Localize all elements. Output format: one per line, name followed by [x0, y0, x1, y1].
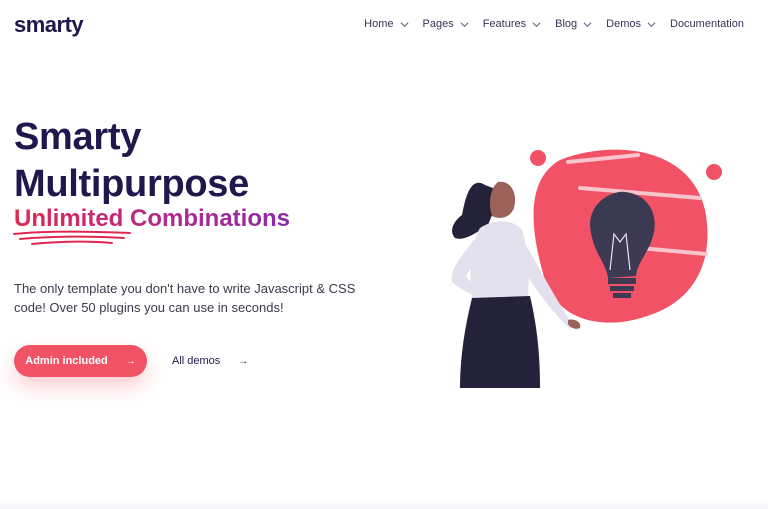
lightbulb-base — [608, 278, 636, 284]
site-header: smarty Home Pages Features Blog Demos Do… — [0, 0, 768, 52]
woman-pants — [460, 296, 540, 388]
chevron-down-icon — [647, 21, 656, 27]
hero-title-line: Multipurpose — [14, 163, 249, 205]
nav-item-label: Blog — [555, 18, 578, 30]
logo[interactable]: smarty — [14, 12, 84, 38]
arrow-right-icon: → — [125, 355, 136, 367]
all-demos-link[interactable]: All demos → — [172, 345, 248, 377]
chevron-down-icon — [400, 21, 408, 27]
arrow-right-icon: → — [238, 355, 249, 367]
admin-included-button[interactable]: Admin included → — [14, 345, 147, 377]
hero-title: Smarty Multipurpose — [14, 114, 249, 208]
chevron-down-icon — [532, 21, 541, 27]
nav-item-label: Home — [364, 18, 394, 30]
button-label: Admin included — [25, 355, 108, 367]
woman-face — [490, 181, 516, 218]
lightbulb-base — [610, 286, 634, 291]
hero-description: The only template you don't have to writ… — [14, 281, 356, 315]
bottom-divider — [0, 500, 768, 509]
nav-item-features[interactable]: Features — [483, 18, 541, 30]
decor-dot — [646, 296, 662, 312]
nav-item-label: Pages — [422, 18, 454, 30]
lightbulb-base — [613, 293, 631, 298]
decor-dot — [530, 150, 546, 166]
nav-item-documentation[interactable]: Documentation — [670, 18, 744, 30]
chevron-down-icon — [583, 21, 592, 27]
nav-item-label: Documentation — [670, 18, 744, 30]
underline-scribble-icon — [13, 230, 131, 245]
hero-title-line: Smarty — [14, 116, 142, 158]
nav-item-demos[interactable]: Demos — [606, 18, 656, 30]
nav-item-home[interactable]: Home — [364, 18, 408, 30]
nav-item-label: Demos — [606, 18, 641, 30]
nav-item-label: Features — [482, 18, 527, 30]
link-label: All demos — [172, 355, 221, 367]
decor-dot — [706, 164, 722, 180]
chevron-down-icon — [460, 21, 469, 27]
main-nav: Home Pages Features Blog Demos Documenta… — [364, 18, 744, 30]
hero-illustration — [451, 149, 722, 388]
nav-item-blog[interactable]: Blog — [555, 18, 592, 30]
nav-item-pages[interactable]: Pages — [423, 18, 469, 30]
